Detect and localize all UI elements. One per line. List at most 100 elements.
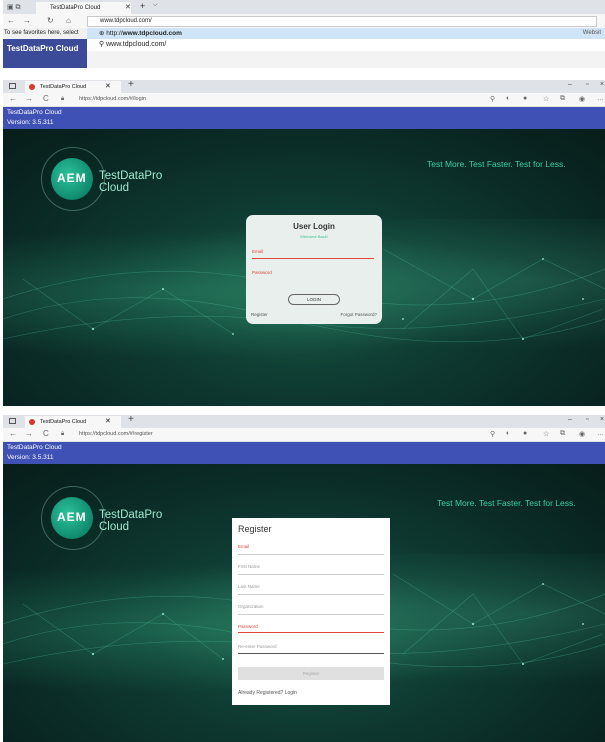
password-field[interactable]: Password	[252, 270, 374, 275]
password-underline	[238, 632, 384, 633]
register-title: Register	[238, 524, 272, 534]
first-name-field[interactable]: First Name	[238, 564, 384, 569]
star-icon[interactable]: ☆	[543, 430, 549, 438]
navigation-bar: ← → C 🔒︎ https://tdpcloud.com/#/login ⚲ …	[3, 93, 605, 107]
app-bar: TestDataPro Cloud Version: 3.5.311	[3, 107, 605, 129]
lock-icon: 🔒︎	[61, 96, 65, 102]
app-bar: TestDataPro Cloud Version: 3.5.311	[3, 442, 605, 464]
tab-strip: TestDataPro Cloud ✕ + – ▫ ×	[3, 415, 605, 428]
browser-tab[interactable]: TestDataPro Cloud	[36, 2, 131, 14]
forward-icon[interactable]: →	[25, 429, 33, 438]
tagline: Test More. Test Faster. Test for Less.	[437, 498, 576, 508]
brand-line-1: TestDataPro	[99, 509, 163, 521]
password-field[interactable]: Password	[238, 624, 384, 629]
app-name: TestDataPro Cloud	[7, 44, 79, 53]
more-icon[interactable]: …	[597, 430, 604, 437]
back-icon[interactable]: ←	[7, 16, 15, 25]
tab-title: TestDataPro Cloud	[40, 419, 87, 425]
suggestion-item-primary[interactable]: ⊕ http://www.tdpcloud.com Websit	[87, 28, 605, 39]
address-value: www.tdpcloud.com/	[100, 18, 152, 24]
extension-icon[interactable]: ●	[523, 95, 527, 102]
brand-name: TestDataPro Cloud	[99, 170, 162, 194]
email-field[interactable]: Email	[252, 249, 374, 254]
forgot-password-link[interactable]: Forgot Password?	[340, 312, 377, 317]
search-icon[interactable]: ⚲	[490, 95, 495, 103]
suggestion-prefix: http://	[106, 30, 123, 37]
close-window-icon[interactable]: ×	[600, 81, 604, 88]
tab-strip: ▣ ⧉ TestDataPro Cloud ✕ + ⌵	[3, 0, 605, 14]
address-input[interactable]: https://tdpcloud.com/#/register	[79, 431, 153, 437]
tagline: Test More. Test Faster. Test for Less.	[427, 159, 566, 169]
new-tab-button[interactable]: +	[128, 80, 134, 90]
address-input[interactable]: https://tdpcloud.com/#/login	[79, 96, 146, 102]
close-tab-icon[interactable]: ✕	[105, 416, 111, 428]
suggestion-secondary-text: www.tdpcloud.com/	[106, 41, 167, 48]
back-icon[interactable]: ←	[9, 429, 17, 438]
login-title: User Login	[293, 222, 335, 231]
maximize-icon[interactable]: ▫	[586, 416, 588, 423]
brand-line-1: TestDataPro	[99, 170, 163, 182]
refresh-icon[interactable]: C	[43, 429, 49, 438]
navigation-bar: ← → C 🔒︎ https://tdpcloud.com/#/register…	[3, 428, 605, 442]
extension-icon[interactable]: ●	[523, 430, 527, 437]
tab-strip: TestDataPro Cloud ✕ + – ▫ ×	[3, 80, 605, 93]
tab-actions-icon[interactable]	[9, 83, 16, 89]
app-name: TestDataPro Cloud	[7, 444, 62, 451]
translate-icon[interactable]: ◐	[506, 430, 510, 437]
profile-icon[interactable]: ◉	[579, 430, 585, 438]
brand-line-2: Cloud	[99, 182, 130, 194]
email-field[interactable]: Email	[238, 544, 384, 549]
register-button[interactable]: Register	[238, 667, 384, 680]
maximize-icon[interactable]: ▫	[586, 81, 588, 88]
new-tab-button[interactable]: +	[128, 415, 134, 425]
minimize-icon[interactable]: –	[568, 416, 572, 423]
collections-icon[interactable]: ⧉	[560, 430, 565, 438]
refresh-icon[interactable]: C	[43, 94, 49, 103]
brand-name: TestDataPro Cloud	[99, 509, 162, 533]
tab-actions-icon[interactable]: ▣ ⧉	[7, 3, 21, 12]
tab-title: TestDataPro Cloud	[40, 84, 87, 90]
reenter-password-field[interactable]: Re-enter Password	[238, 644, 384, 649]
login-card: User Login Welcome Back! Email Password …	[246, 215, 382, 324]
suggestion-right-text: Websit	[582, 30, 601, 36]
address-input[interactable]: www.tdpcloud.com/	[87, 16, 597, 27]
favicon-icon	[29, 84, 35, 90]
star-icon[interactable]: ☆	[543, 95, 549, 103]
close-tab-icon[interactable]: ✕	[105, 81, 111, 93]
more-icon[interactable]: …	[597, 95, 604, 102]
register-link[interactable]: Register	[251, 312, 268, 317]
reenter-password-underline	[238, 653, 384, 654]
tab-actions-icon[interactable]	[9, 418, 16, 424]
back-icon[interactable]: ←	[9, 94, 17, 103]
close-window-icon[interactable]: ×	[600, 416, 604, 423]
close-tab-icon[interactable]: ✕	[125, 2, 131, 14]
refresh-icon[interactable]: ↻	[47, 16, 54, 25]
new-tab-button[interactable]: +	[140, 1, 145, 11]
favorites-hint-text: To see favorites here, select	[4, 30, 79, 36]
register-page-shot: TestDataPro Cloud ✕ + – ▫ × ← → C 🔒︎ htt…	[3, 415, 605, 742]
brand-line-2: Cloud	[99, 521, 130, 533]
login-subtitle: Welcome Back!	[300, 234, 328, 239]
profile-icon[interactable]: ◉	[579, 95, 585, 103]
home-icon[interactable]: ⌂	[66, 16, 71, 25]
search-icon[interactable]: ⚲	[490, 430, 495, 438]
screenshot-collage: ▣ ⧉ TestDataPro Cloud ✕ + ⌵ ← → ↻ ⌂ www.…	[0, 0, 605, 742]
forward-icon[interactable]: →	[25, 94, 33, 103]
translate-icon[interactable]: ◐	[506, 95, 510, 102]
email-underline	[238, 554, 384, 555]
organization-underline	[238, 614, 384, 615]
app-bar-partial: TestDataPro Cloud	[3, 39, 87, 68]
forward-icon[interactable]: →	[23, 16, 31, 25]
first-name-underline	[238, 574, 384, 575]
suggestion-item-secondary[interactable]: ⚲ www.tdpcloud.com/	[87, 39, 605, 51]
collections-icon[interactable]: ⧉	[560, 95, 565, 103]
navigation-bar: ← → ↻ ⌂ www.tdpcloud.com/	[3, 14, 605, 28]
login-link[interactable]: Login	[285, 690, 297, 696]
login-button[interactable]: LOGIN	[288, 294, 340, 305]
tab-title: TestDataPro Cloud	[50, 5, 101, 11]
last-name-field[interactable]: Last Name	[238, 584, 384, 589]
organization-field[interactable]: Organization	[238, 604, 384, 609]
minimize-icon[interactable]: –	[568, 81, 572, 88]
chevron-down-icon[interactable]: ⌵	[153, 2, 158, 9]
app-name: TestDataPro Cloud	[7, 109, 62, 116]
